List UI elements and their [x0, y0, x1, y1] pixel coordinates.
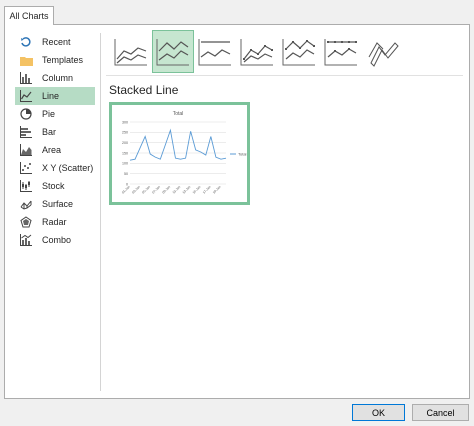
- sidebar-item-label: Pie: [42, 109, 56, 119]
- sidebar-item-label: Combo: [42, 235, 72, 245]
- sidebar-item-label: X Y (Scatter): [42, 163, 94, 173]
- subtype-3d-line[interactable]: [362, 30, 404, 73]
- pie-chart-icon: [18, 107, 34, 121]
- sidebar-item-bar[interactable]: Bar: [15, 123, 95, 141]
- sidebar-item-templates[interactable]: Templates: [15, 51, 95, 69]
- stock-chart-icon: [18, 179, 34, 193]
- line-chart-icon: [18, 89, 34, 103]
- sidebar-item-line[interactable]: Line: [15, 87, 95, 105]
- folder-icon: [18, 53, 34, 67]
- chart-type-panel: Recent Templates Column Line Pie Bar Are…: [4, 24, 470, 399]
- cancel-button[interactable]: Cancel: [412, 404, 469, 421]
- 3d-line-subtype-icon: [368, 41, 399, 67]
- gallery-separator: [106, 75, 463, 76]
- column-chart-icon: [18, 71, 34, 85]
- chart-type-sidebar: Recent Templates Column Line Pie Bar Are…: [15, 33, 95, 249]
- sidebar-item-recent[interactable]: Recent: [15, 33, 95, 51]
- area-chart-icon: [18, 143, 34, 157]
- preview-legend-label: Total: [238, 152, 247, 157]
- sidebar-item-label: Stock: [42, 181, 65, 191]
- line-subtype-gallery: [110, 30, 404, 74]
- stacked-line-markers-subtype-icon: [282, 38, 315, 65]
- sidebar-item-scatter[interactable]: X Y (Scatter): [15, 159, 95, 177]
- scatter-chart-icon: [18, 161, 34, 175]
- sidebar-item-combo[interactable]: Combo: [15, 231, 95, 249]
- preview-x-tick-label: 11-Jan: [172, 185, 182, 195]
- surface-chart-icon: [18, 197, 34, 211]
- preview-y-tick-label: 200: [122, 141, 128, 145]
- sidebar-item-column[interactable]: Column: [15, 69, 95, 87]
- sidebar-divider: [100, 33, 101, 391]
- percent-stacked-line-subtype-icon: [198, 38, 231, 65]
- preview-y-tick-label: 300: [122, 120, 128, 124]
- sidebar-item-label: Surface: [42, 199, 74, 209]
- tab-all-charts[interactable]: All Charts: [4, 6, 54, 25]
- subtype-line-with-markers[interactable]: [236, 30, 278, 73]
- subtype-100-stacked-line-with-markers[interactable]: [320, 30, 362, 73]
- line-markers-subtype-icon: [240, 38, 273, 65]
- sidebar-item-pie[interactable]: Pie: [15, 105, 95, 123]
- line-subtype-icon: [114, 38, 147, 65]
- subtype-100-stacked-line[interactable]: [194, 30, 236, 73]
- subtype-title: Stacked Line: [109, 83, 179, 97]
- sidebar-item-label: Bar: [42, 127, 57, 137]
- bar-chart-icon: [18, 125, 34, 139]
- preview-x-tick-label: 05-Jan: [141, 185, 151, 195]
- preview-y-tick-label: 150: [122, 151, 128, 155]
- subtype-stacked-line[interactable]: [152, 30, 194, 73]
- preview-y-tick-label: 50: [124, 172, 128, 176]
- sidebar-item-stock[interactable]: Stock: [15, 177, 95, 195]
- subtype-line[interactable]: [110, 30, 152, 73]
- sidebar-item-label: Recent: [42, 37, 71, 47]
- preview-x-tick-label: 09-Jan: [161, 185, 171, 195]
- stacked-line-subtype-icon: [156, 38, 189, 65]
- preview-y-tick-label: 250: [122, 131, 128, 135]
- sidebar-item-label: Templates: [42, 55, 84, 65]
- combo-chart-icon: [18, 233, 34, 247]
- preview-x-tick-label: 17-Jan: [202, 185, 212, 195]
- preview-x-tick-label: 01-Jan: [121, 185, 131, 195]
- preview-chart-title: Total: [173, 111, 184, 117]
- preview-y-tick-label: 100: [122, 162, 128, 166]
- percent-stacked-line-markers-subtype-icon: [324, 38, 357, 65]
- sidebar-item-label: Area: [42, 145, 62, 155]
- preview-x-tick-label: 03-Jan: [131, 185, 141, 195]
- preview-x-tick-label: 15-Jan: [192, 185, 202, 195]
- radar-chart-icon: [18, 215, 34, 229]
- preview-chart-svg: Total 050100150200250300 01-Jan 03-Jan 05-…: [121, 111, 247, 195]
- chart-preview[interactable]: Total 0 50 100 150 200 250 300 01-Jan 03-Jan 05-…: [109, 102, 250, 205]
- sidebar-item-label: Radar: [42, 217, 67, 227]
- preview-x-tick-label: 07-Jan: [151, 185, 161, 195]
- preview-series-line: [129, 128, 227, 161]
- sidebar-item-radar[interactable]: Radar: [15, 213, 95, 231]
- sidebar-item-area[interactable]: Area: [15, 141, 95, 159]
- preview-x-tick-label: 13-Jan: [182, 185, 192, 195]
- recent-icon: [18, 35, 34, 49]
- sidebar-item-surface[interactable]: Surface: [15, 195, 95, 213]
- sidebar-item-label: Line: [42, 91, 60, 101]
- subtype-stacked-line-with-markers[interactable]: [278, 30, 320, 73]
- ok-button[interactable]: OK: [352, 404, 405, 421]
- sidebar-item-label: Column: [42, 73, 74, 83]
- preview-x-tick-label: 19-Jan: [212, 185, 222, 195]
